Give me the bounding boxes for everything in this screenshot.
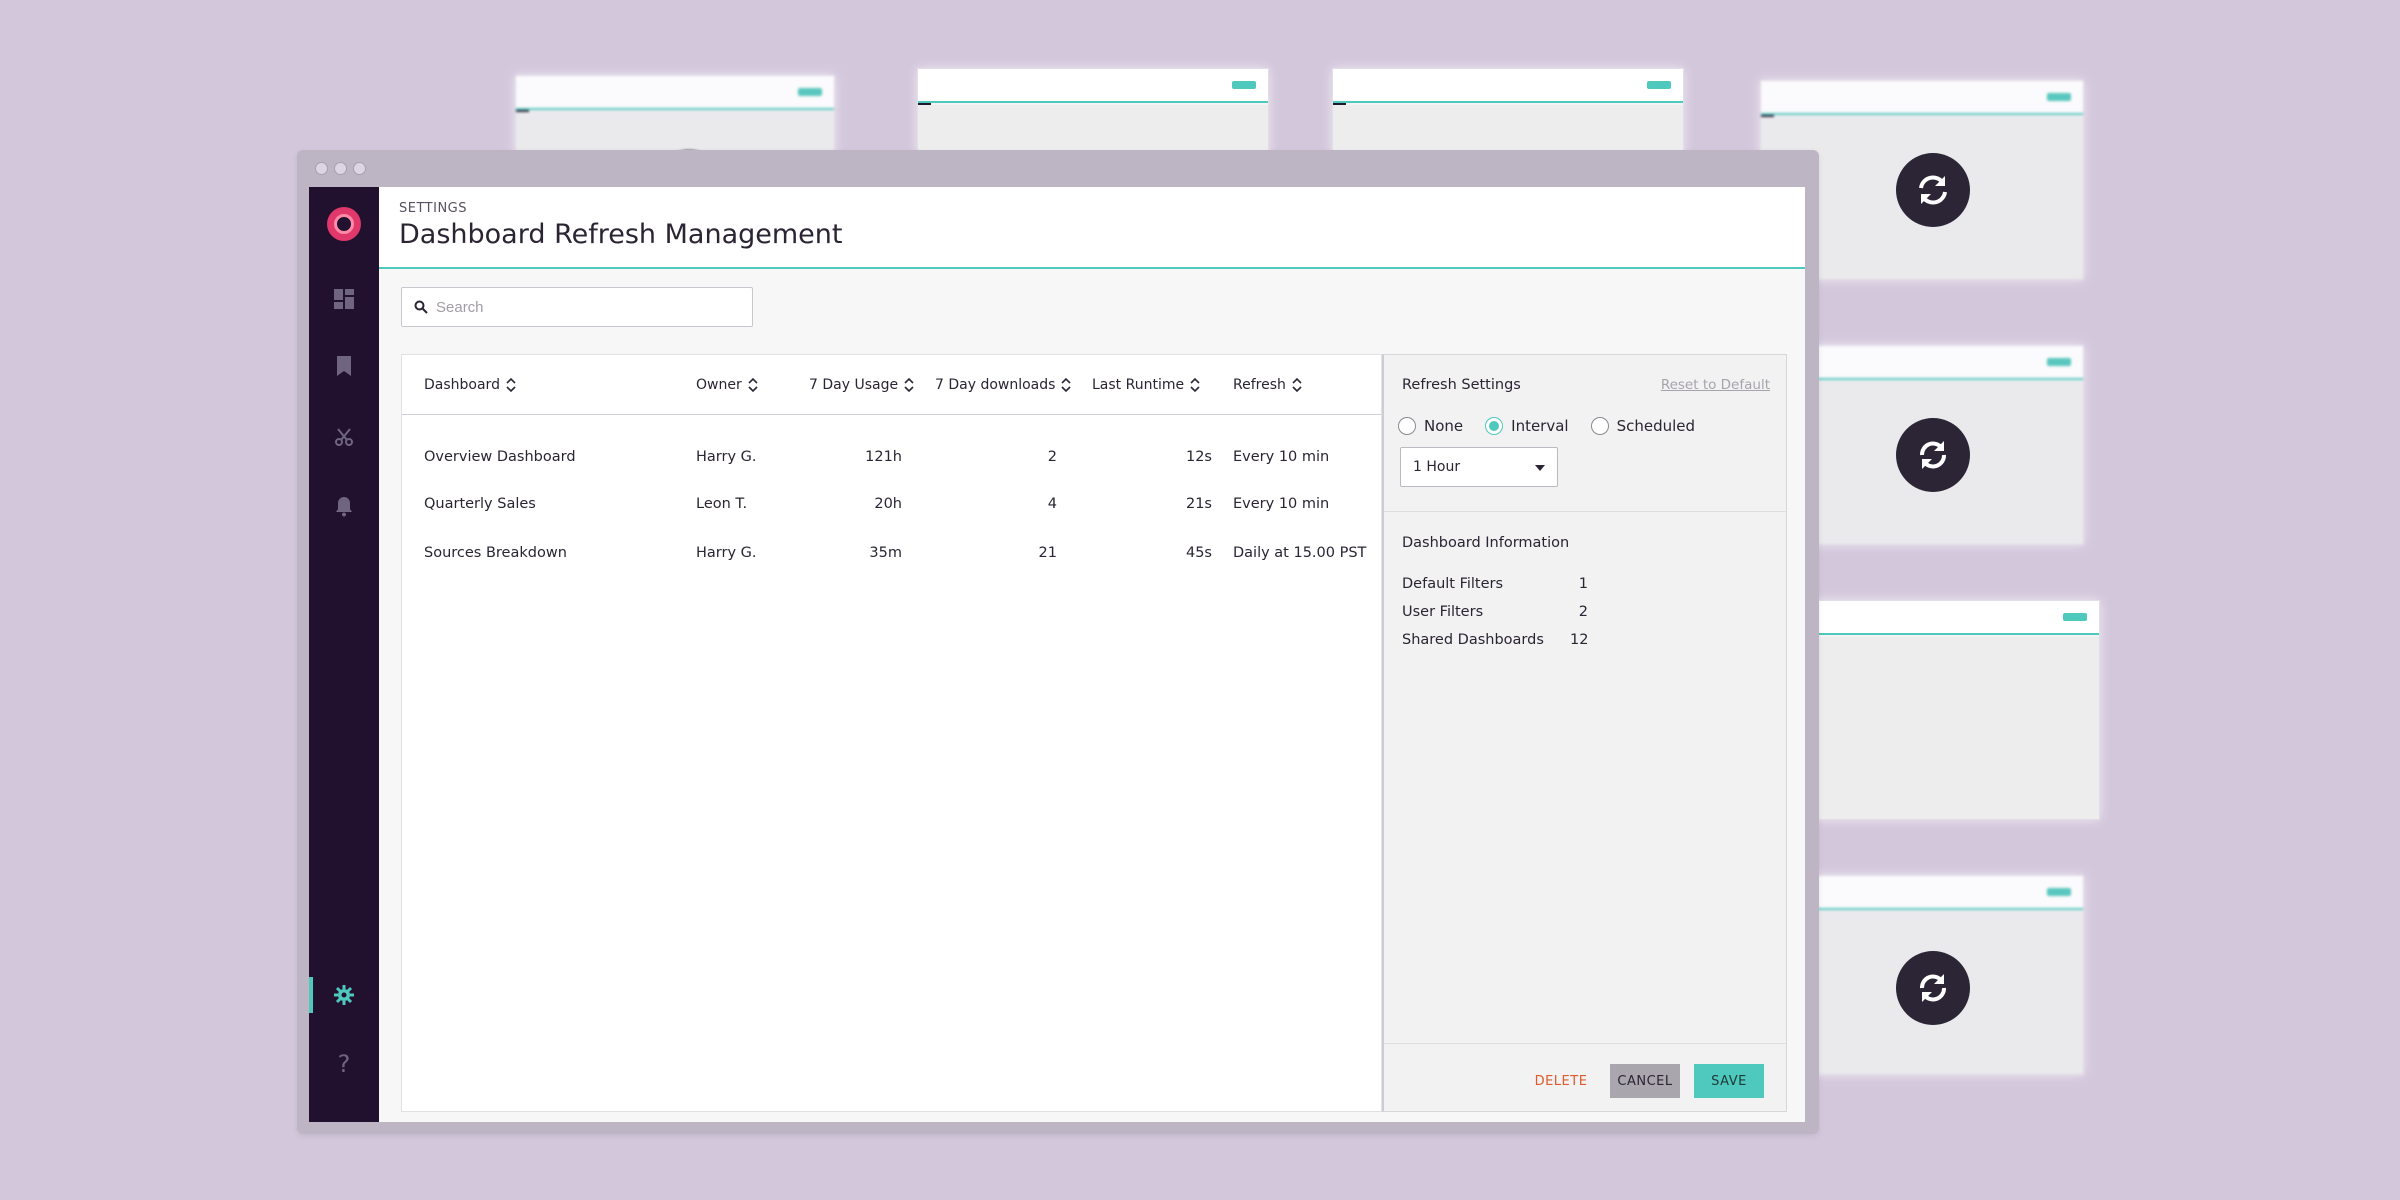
cell-dashboard: Quarterly Sales bbox=[424, 496, 536, 512]
sort-icon bbox=[506, 377, 516, 393]
sort-icon bbox=[904, 377, 914, 393]
gear-icon bbox=[334, 985, 354, 1005]
bookmark-icon bbox=[337, 356, 351, 376]
interval-select[interactable]: 1 Hour bbox=[1400, 447, 1558, 487]
breadcrumb[interactable]: SETTINGS bbox=[399, 201, 467, 216]
table-row[interactable]: Overview Dashboard Harry G. 121h 2 12s E… bbox=[402, 437, 1381, 477]
radio-button-selected[interactable] bbox=[1485, 417, 1504, 435]
reset-to-default-link[interactable]: Reset to Default bbox=[1661, 377, 1770, 393]
radio-label: Scheduled bbox=[1616, 417, 1696, 435]
refresh-mode-radio-group: None Interval Scheduled bbox=[1398, 417, 1695, 435]
dashboard-icon bbox=[334, 289, 354, 309]
cell-owner: Harry G. bbox=[696, 545, 757, 561]
cell-runtime: 12s bbox=[1185, 449, 1212, 465]
column-header-owner[interactable]: Owner bbox=[696, 377, 758, 393]
app-content: ? SETTINGS Dashboard Refresh Management … bbox=[309, 187, 1805, 1122]
radio-none[interactable]: None bbox=[1398, 417, 1463, 435]
maximize-window-button[interactable] bbox=[353, 162, 366, 175]
table-row[interactable]: Quarterly Sales Leon T. 20h 4 21s Every … bbox=[402, 484, 1381, 524]
cell-owner: Harry G. bbox=[696, 449, 757, 465]
cell-owner: Leon T. bbox=[696, 496, 748, 512]
minimize-window-button[interactable] bbox=[334, 162, 347, 175]
radio-button[interactable] bbox=[1590, 417, 1609, 435]
bell-icon bbox=[336, 497, 352, 517]
active-nav-indicator bbox=[309, 977, 313, 1013]
cell-refresh: Daily at 15.00 PST bbox=[1233, 545, 1367, 561]
info-value: 2 bbox=[1578, 604, 1588, 620]
radio-label: Interval bbox=[1511, 417, 1569, 435]
sidebar-item-dashboards[interactable] bbox=[332, 287, 356, 311]
cell-downloads: 2 bbox=[1047, 449, 1057, 465]
cell-downloads: 4 bbox=[1047, 496, 1057, 512]
cell-dashboard: Overview Dashboard bbox=[424, 449, 576, 465]
search-box[interactable] bbox=[401, 287, 753, 327]
sort-icon bbox=[1292, 377, 1302, 393]
cell-usage: 20h bbox=[874, 496, 902, 512]
column-label: Refresh bbox=[1233, 377, 1286, 393]
info-value: 12 bbox=[1570, 632, 1589, 648]
cell-usage: 35m bbox=[869, 545, 902, 561]
cell-refresh: Every 10 min bbox=[1233, 449, 1330, 465]
sort-icon bbox=[748, 377, 758, 393]
cell-usage: 121h bbox=[865, 449, 902, 465]
sidebar-item-tools[interactable] bbox=[332, 425, 356, 449]
column-header-7-day-usage[interactable]: 7 Day Usage bbox=[809, 377, 914, 393]
refresh-icon bbox=[1896, 418, 1970, 492]
column-header-dashboard[interactable]: Dashboard bbox=[424, 377, 516, 393]
column-label: 7 Day downloads bbox=[935, 377, 1056, 393]
select-value: 1 Hour bbox=[1413, 459, 1461, 475]
window-controls bbox=[315, 162, 366, 175]
refresh-icon bbox=[1896, 153, 1970, 227]
info-label: Default Filters bbox=[1402, 576, 1504, 592]
column-header-7-day-downloads[interactable]: 7 Day downloads bbox=[935, 377, 1072, 393]
page-title: Dashboard Refresh Management bbox=[399, 219, 843, 250]
page-header: SETTINGS Dashboard Refresh Management bbox=[379, 187, 1805, 269]
table-header: Dashboard Owner 7 Day Usage 7 Day downlo… bbox=[402, 355, 1381, 415]
cell-refresh: Every 10 min bbox=[1233, 496, 1330, 512]
search-input[interactable] bbox=[436, 298, 726, 316]
chevron-down-icon bbox=[1535, 465, 1545, 471]
sidebar-item-settings[interactable] bbox=[332, 983, 356, 1007]
save-button[interactable]: SAVE bbox=[1694, 1064, 1764, 1098]
table-row[interactable]: Sources Breakdown Harry G. 35m 21 45s Da… bbox=[402, 533, 1381, 573]
sidebar-item-notifications[interactable] bbox=[332, 494, 356, 518]
radio-scheduled[interactable]: Scheduled bbox=[1590, 417, 1696, 435]
refresh-icon bbox=[1896, 951, 1970, 1025]
column-label: Owner bbox=[696, 377, 742, 393]
info-label: Shared Dashboards bbox=[1402, 632, 1544, 648]
close-window-button[interactable] bbox=[315, 162, 328, 175]
radio-label: None bbox=[1424, 417, 1464, 435]
column-header-refresh[interactable]: Refresh bbox=[1233, 377, 1302, 393]
help-icon[interactable]: ? bbox=[332, 1050, 356, 1078]
divider bbox=[1384, 1043, 1786, 1044]
info-label: User Filters bbox=[1402, 604, 1484, 620]
background-window bbox=[1780, 600, 2100, 820]
refresh-settings-title: Refresh Settings bbox=[1402, 377, 1521, 393]
radio-button[interactable] bbox=[1398, 417, 1416, 435]
search-icon bbox=[414, 300, 428, 314]
sort-icon bbox=[1061, 377, 1072, 393]
cell-runtime: 45s bbox=[1185, 545, 1212, 561]
logo[interactable] bbox=[327, 207, 361, 241]
cell-dashboard: Sources Breakdown bbox=[424, 545, 567, 561]
cell-runtime: 21s bbox=[1185, 496, 1212, 512]
refresh-settings-panel: Refresh Settings Reset to Default None I… bbox=[1382, 354, 1787, 1112]
scissors-icon bbox=[335, 428, 353, 446]
delete-button[interactable]: DELETE bbox=[1529, 1064, 1593, 1098]
divider bbox=[1384, 511, 1786, 512]
cancel-button[interactable]: CANCEL bbox=[1610, 1064, 1680, 1098]
dashboards-table: Dashboard Owner 7 Day Usage 7 Day downlo… bbox=[401, 354, 1382, 1112]
column-label: Dashboard bbox=[424, 377, 500, 393]
column-label: Last Runtime bbox=[1092, 377, 1185, 393]
cell-downloads: 21 bbox=[1038, 545, 1057, 561]
column-header-last-runtime[interactable]: Last Runtime bbox=[1092, 377, 1200, 393]
sort-icon bbox=[1190, 377, 1200, 393]
column-label: 7 Day Usage bbox=[809, 377, 899, 393]
sidebar-item-bookmarks[interactable] bbox=[332, 354, 356, 378]
sidebar: ? bbox=[309, 187, 379, 1122]
dashboard-information-title: Dashboard Information bbox=[1402, 535, 1570, 551]
info-value: 1 bbox=[1578, 576, 1588, 592]
radio-interval[interactable]: Interval bbox=[1485, 417, 1569, 435]
